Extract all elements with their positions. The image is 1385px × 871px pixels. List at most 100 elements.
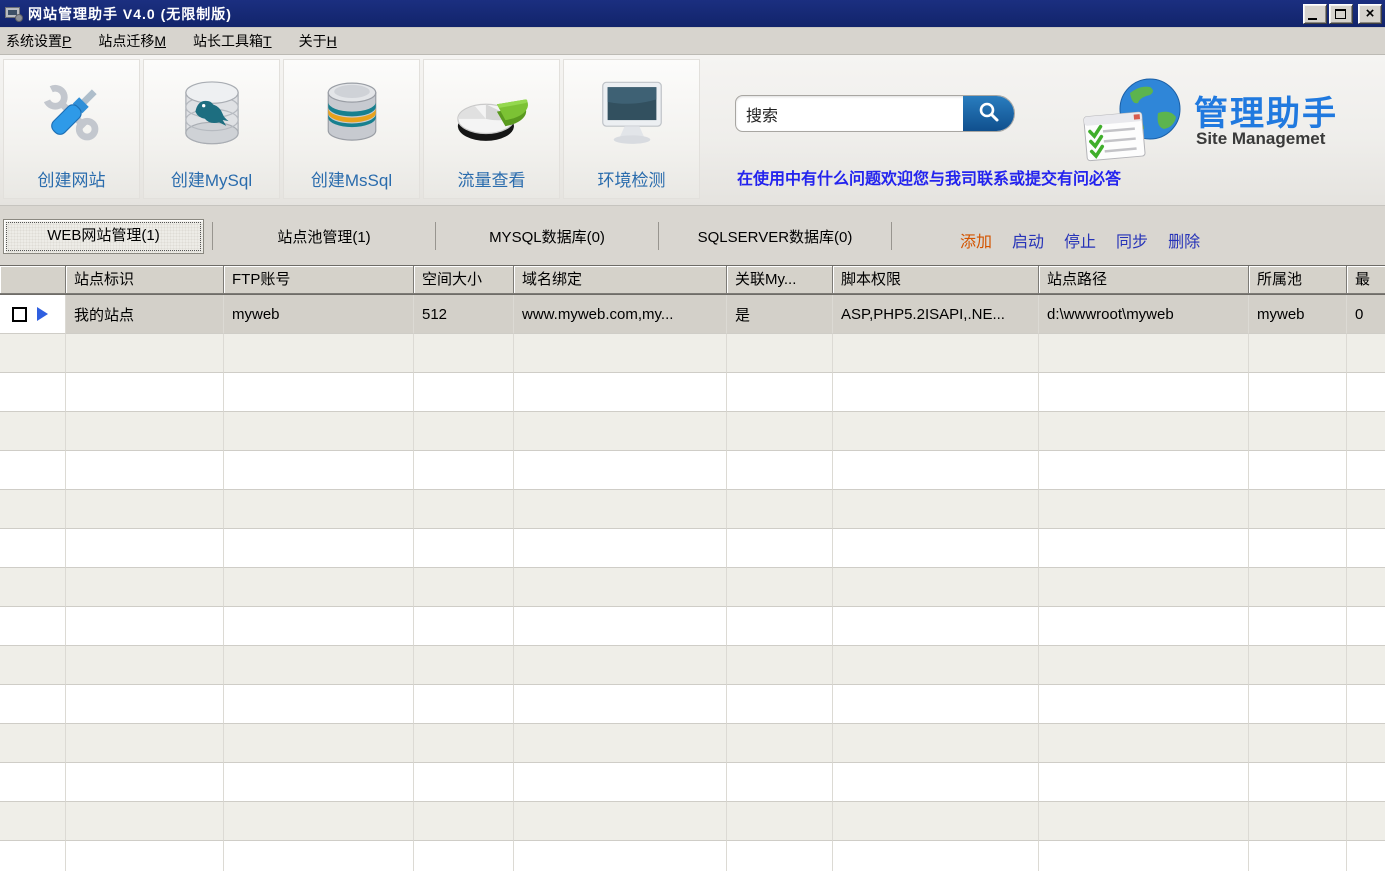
empty-cell [833,724,1039,763]
sync-link[interactable]: 同步 [1116,228,1148,252]
empty-cell [727,412,833,451]
empty-cell [414,724,514,763]
tab-mysql-database[interactable]: MYSQL数据库(0) [436,226,658,247]
row-checkbox[interactable] [12,307,27,322]
column-header-domain-binding[interactable]: 域名绑定 [514,266,727,294]
empty-cell [1249,841,1347,871]
column-header-site-path[interactable]: 站点路径 [1039,266,1249,294]
empty-cell [66,529,224,568]
empty-cell [1347,646,1385,685]
column-header-space-size[interactable]: 空间大小 [414,266,514,294]
menu-site-migration[interactable]: 站点迁移M [98,31,166,51]
menu-about[interactable]: 关于H [299,31,337,51]
table-row[interactable]: 我的站点 myweb 512 www.myweb.com,my... 是 ASP… [0,295,1385,334]
row-arrow-icon[interactable] [37,307,48,321]
empty-cell [414,568,514,607]
empty-cell [414,763,514,802]
table-row-empty[interactable] [0,529,1385,568]
table-row-empty[interactable] [0,802,1385,841]
empty-cell [1347,334,1385,373]
column-header-related-mysql[interactable]: 关联My... [727,266,833,294]
site-table: 站点标识 FTP账号 空间大小 域名绑定 关联My... 脚本权限 站点路径 所… [0,265,1385,871]
column-header-script-permission[interactable]: 脚本权限 [833,266,1039,294]
empty-cell [1347,451,1385,490]
create-mysql-button[interactable]: 创建MySql [143,59,280,199]
column-header-select[interactable] [0,266,66,294]
minimize-icon [1308,18,1317,20]
pie-chart-icon [453,66,531,162]
empty-cell [833,568,1039,607]
tab-site-pool-management[interactable]: 站点池管理(1) [213,226,435,247]
empty-cell [514,373,727,412]
search-button[interactable] [963,95,1015,132]
empty-cell [1347,763,1385,802]
table-row-empty[interactable] [0,412,1385,451]
stop-link[interactable]: 停止 [1064,228,1096,252]
empty-cell [66,373,224,412]
empty-cell [514,412,727,451]
empty-cell [727,685,833,724]
table-row-empty[interactable] [0,334,1385,373]
table-row-empty[interactable] [0,841,1385,871]
table-row-empty[interactable] [0,607,1385,646]
cell-site-id: 我的站点 [66,295,224,334]
menu-webmaster-toolbox[interactable]: 站长工具箱T [193,31,272,51]
empty-cell [66,685,224,724]
table-row-empty[interactable] [0,373,1385,412]
empty-cell [0,334,66,373]
empty-cell [1039,802,1249,841]
empty-cell [514,529,727,568]
empty-cell [833,412,1039,451]
empty-cell [0,841,66,871]
empty-cell [1039,334,1249,373]
cell-domain-binding: www.myweb.com,my... [514,295,727,334]
table-row-empty[interactable] [0,724,1385,763]
maximize-button[interactable] [1329,4,1353,24]
table-header-row: 站点标识 FTP账号 空间大小 域名绑定 关联My... 脚本权限 站点路径 所… [0,265,1385,295]
row-select-cell [0,295,66,334]
table-row-empty[interactable] [0,568,1385,607]
empty-cell [514,568,727,607]
table-row-empty[interactable] [0,685,1385,724]
empty-cell [1249,607,1347,646]
menu-system-settings[interactable]: 系统设置P [6,31,71,51]
empty-cell [0,763,66,802]
start-link[interactable]: 启动 [1012,228,1044,252]
close-button[interactable]: × [1358,4,1382,24]
empty-cell [0,607,66,646]
empty-cell [1039,763,1249,802]
table-row-empty[interactable] [0,763,1385,802]
empty-cell [1039,724,1249,763]
toolbar-button-label: 流量查看 [458,166,526,191]
empty-cell [414,412,514,451]
table-row-empty[interactable] [0,646,1385,685]
table-row-empty[interactable] [0,451,1385,490]
empty-cell [1249,490,1347,529]
environment-check-button[interactable]: 环境检测 [563,59,700,199]
empty-cell [0,724,66,763]
column-header-truncated[interactable]: 最 [1347,266,1385,294]
delete-link[interactable]: 删除 [1168,228,1200,252]
empty-cell [514,607,727,646]
empty-cell [514,451,727,490]
empty-cell [1347,607,1385,646]
empty-cell [0,412,66,451]
monitor-icon [593,66,671,162]
empty-cell [1039,451,1249,490]
cell-pool: myweb [1249,295,1347,334]
column-header-ftp-account[interactable]: FTP账号 [224,266,414,294]
empty-cell [224,373,414,412]
search-input[interactable] [736,96,963,131]
toolbar-button-label: 创建MsSql [311,166,392,191]
column-header-site-id[interactable]: 站点标识 [66,266,224,294]
empty-cell [1249,529,1347,568]
minimize-button[interactable] [1303,4,1327,24]
tab-web-site-management[interactable]: WEB网站管理(1) [3,219,204,254]
tab-sqlserver-database[interactable]: SQLSERVER数据库(0) [659,226,891,247]
table-row-empty[interactable] [0,490,1385,529]
add-link[interactable]: 添加 [960,228,992,252]
traffic-view-button[interactable]: 流量查看 [423,59,560,199]
column-header-pool[interactable]: 所属池 [1249,266,1347,294]
create-mssql-button[interactable]: 创建MsSql [283,59,420,199]
create-website-button[interactable]: 创建网站 [3,59,140,199]
